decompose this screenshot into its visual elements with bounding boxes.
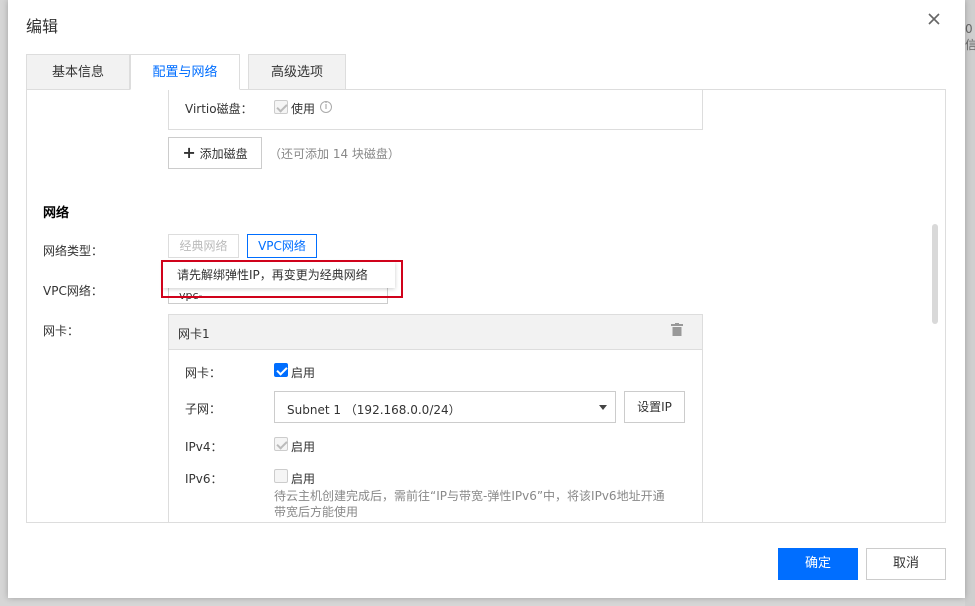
add-disk-hint: （还可添加 14 块磁盘） — [269, 147, 400, 161]
add-disk-label: 添加磁盘 — [199, 147, 248, 161]
tab-panel: Virtio磁盘： 使用 i + 添加磁盘 （还可添加 14 块磁盘） 网络 网… — [26, 89, 946, 523]
info-icon[interactable]: i — [320, 101, 332, 113]
nic-enable-text: 启用 — [291, 366, 316, 380]
edit-dialog: 编辑 基本信息 配置与网络 高级选项 Virtio磁盘： 使用 i + 添加磁盘… — [8, 0, 965, 598]
trash-icon[interactable] — [671, 323, 683, 336]
nic-card-header: 网卡1 — [169, 315, 702, 350]
tab-advanced[interactable]: 高级选项 — [248, 54, 346, 90]
ipv6-text: 启用 — [291, 472, 316, 486]
network-type-vpc[interactable]: VPC网络 — [247, 234, 317, 258]
nic-enable-checkbox[interactable] — [274, 363, 288, 377]
background-right-edge: 0信 — [965, 0, 975, 606]
dialog-title: 编辑 — [26, 17, 59, 36]
nic-card-title: 网卡1 — [178, 327, 210, 341]
tab-basic-info[interactable]: 基本信息 — [26, 54, 130, 90]
ipv6-hint-line2: 带宽后方能使用 — [274, 505, 359, 519]
ipv4-text: 启用 — [291, 440, 316, 454]
highlight-box — [161, 260, 403, 298]
tab-config-network[interactable]: 配置与网络 — [130, 54, 240, 90]
scrollbar[interactable] — [932, 224, 938, 324]
network-type-classic[interactable]: 经典网络 — [168, 234, 239, 258]
cancel-button[interactable]: 取消 — [866, 548, 946, 580]
nic-label: 网卡： — [43, 324, 80, 338]
set-ip-button[interactable]: 设置IP — [624, 391, 685, 423]
nic-card: 网卡1 网卡： 启用 子网： Subnet 1 （192.168.0.0/24）… — [168, 314, 703, 522]
ipv6-hint-line1: 待云主机创建完成后，需前往“IP与带宽-弹性IPv6”中，将该IPv6地址开通 — [274, 489, 665, 503]
subnet-select[interactable]: Subnet 1 （192.168.0.0/24） — [274, 391, 616, 423]
vpc-network-label: VPC网络： — [43, 284, 103, 298]
background-text: 0信 — [965, 22, 975, 52]
nic-enable-label: 网卡： — [185, 366, 222, 380]
ipv4-label: IPv4： — [185, 440, 223, 454]
virtio-label: Virtio磁盘： — [185, 102, 253, 116]
network-type-label: 网络类型： — [43, 244, 104, 258]
subnet-select-value: Subnet 1 （192.168.0.0/24） — [287, 403, 461, 417]
network-section-title: 网络 — [43, 206, 70, 221]
virtio-use-label: 使用 — [291, 102, 316, 116]
close-icon[interactable] — [925, 10, 943, 28]
confirm-button[interactable]: 确定 — [778, 548, 858, 580]
virtio-checkbox — [274, 100, 288, 114]
subnet-label: 子网： — [185, 402, 222, 416]
ipv6-label: IPv6： — [185, 472, 223, 486]
chevron-down-icon — [599, 405, 607, 410]
disk-box: Virtio磁盘： 使用 i — [168, 90, 703, 130]
ipv4-checkbox — [274, 437, 288, 451]
add-disk-button[interactable]: + 添加磁盘 — [168, 137, 262, 169]
plus-icon: + — [182, 143, 196, 162]
ipv6-checkbox[interactable] — [274, 469, 288, 483]
